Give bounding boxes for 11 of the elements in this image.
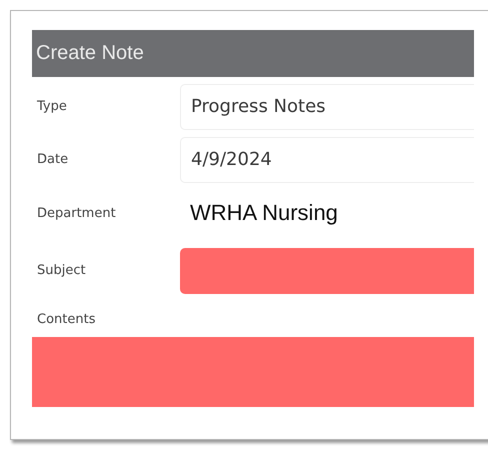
field-label: Type (36, 99, 68, 114)
input-field[interactable] (180, 248, 474, 294)
field-label: Contents (37, 312, 96, 327)
field-label: Subject (36, 263, 87, 278)
input-field[interactable]: Progress Notes (180, 84, 474, 130)
field-label: Department (36, 206, 117, 220)
input-field[interactable]: 4/9/2024 (180, 136, 474, 182)
field-label: Date (36, 152, 70, 167)
field-value: WRHA Nursing (189, 200, 339, 226)
text-area[interactable] (32, 337, 474, 407)
form-title: Create Note (32, 30, 474, 77)
